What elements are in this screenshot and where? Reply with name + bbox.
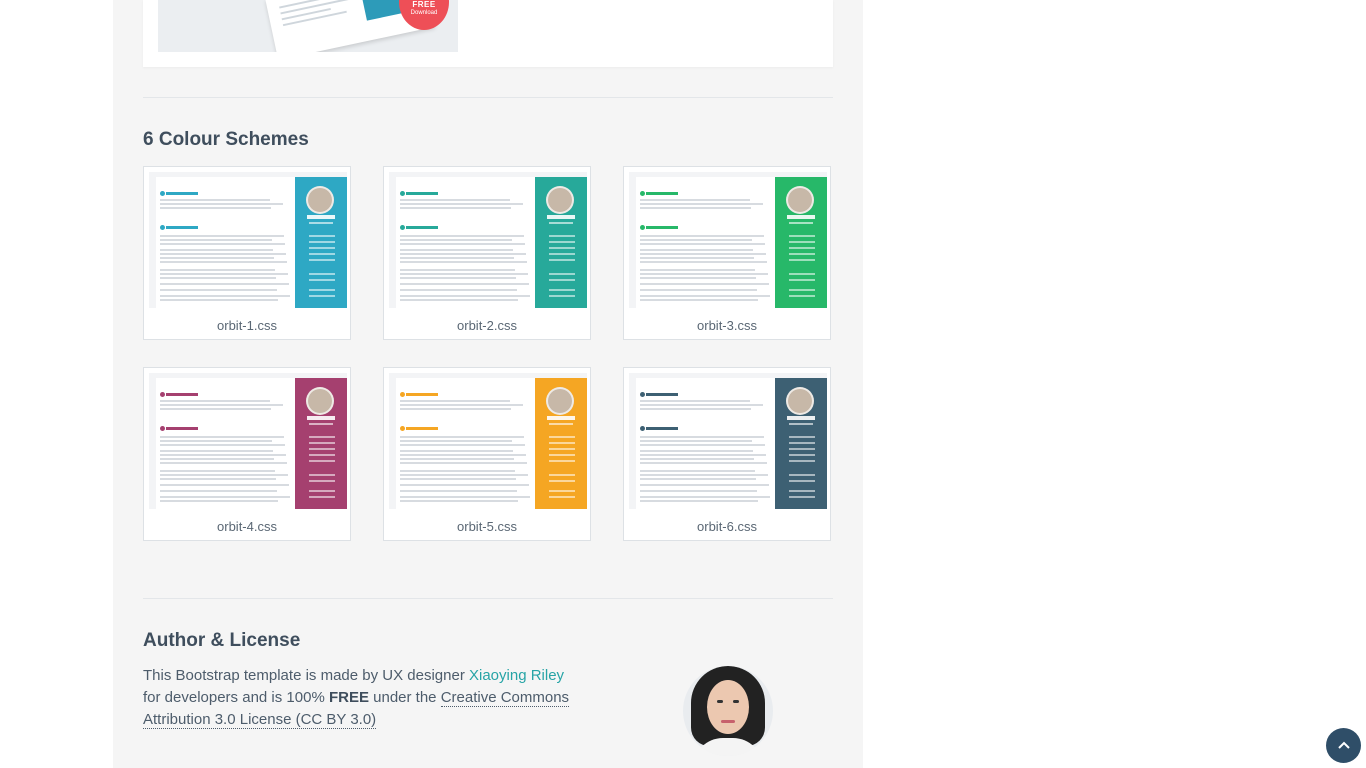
colour-scheme-card[interactable]: orbit-1.css (143, 166, 351, 340)
colour-scheme-label[interactable]: orbit-2.css (384, 318, 590, 333)
colour-scheme-card[interactable]: orbit-2.css (383, 166, 591, 340)
badge-free-text: FREE (412, 0, 436, 9)
free-text: FREE (328, 689, 369, 706)
resume-thumbnail[interactable] (149, 373, 347, 509)
colour-scheme-label[interactable]: orbit-4.css (144, 519, 350, 534)
colour-scheme-label[interactable]: orbit-3.css (624, 318, 830, 333)
designer-link[interactable]: Xiaoying Riley (469, 667, 564, 684)
author-description: This Bootstrap template is made by UX de… (143, 665, 603, 731)
colour-scheme-label[interactable]: orbit-1.css (144, 318, 350, 333)
author-text-2: for developers and is 100% (143, 689, 329, 706)
resume-thumbnail[interactable] (629, 172, 827, 308)
resume-thumbnail[interactable] (149, 172, 347, 308)
section-divider (143, 97, 833, 98)
promo-image[interactable]: FREE Download (158, 0, 458, 52)
colour-scheme-card[interactable]: orbit-5.css (383, 367, 591, 541)
badge-download-text: Download (410, 10, 438, 16)
author-license-heading: Author & License (143, 630, 301, 651)
colour-schemes-heading: 6 Colour Schemes (143, 129, 309, 150)
colour-scheme-card[interactable]: orbit-6.css (623, 367, 831, 541)
back-to-top-button[interactable] (1326, 728, 1361, 763)
chevron-up-icon (1337, 741, 1350, 749)
author-text-3: under the (368, 689, 441, 706)
resume-thumbnail[interactable] (389, 172, 587, 308)
resume-thumbnail[interactable] (389, 373, 587, 509)
colour-scheme-label[interactable]: orbit-5.css (384, 519, 590, 534)
resume-thumbnail[interactable] (629, 373, 827, 509)
section-divider (143, 598, 833, 599)
promo-banner: FREE Download (143, 0, 833, 67)
author-avatar (683, 666, 773, 756)
main-column: FREE Download 6 Colour Schemes orbit-1.c… (113, 0, 863, 768)
colour-scheme-card[interactable]: orbit-4.css (143, 367, 351, 541)
author-text-1: This Bootstrap template is made by UX de… (143, 667, 469, 684)
colour-scheme-card[interactable]: orbit-3.css (623, 166, 831, 340)
colour-scheme-label[interactable]: orbit-6.css (624, 519, 830, 534)
